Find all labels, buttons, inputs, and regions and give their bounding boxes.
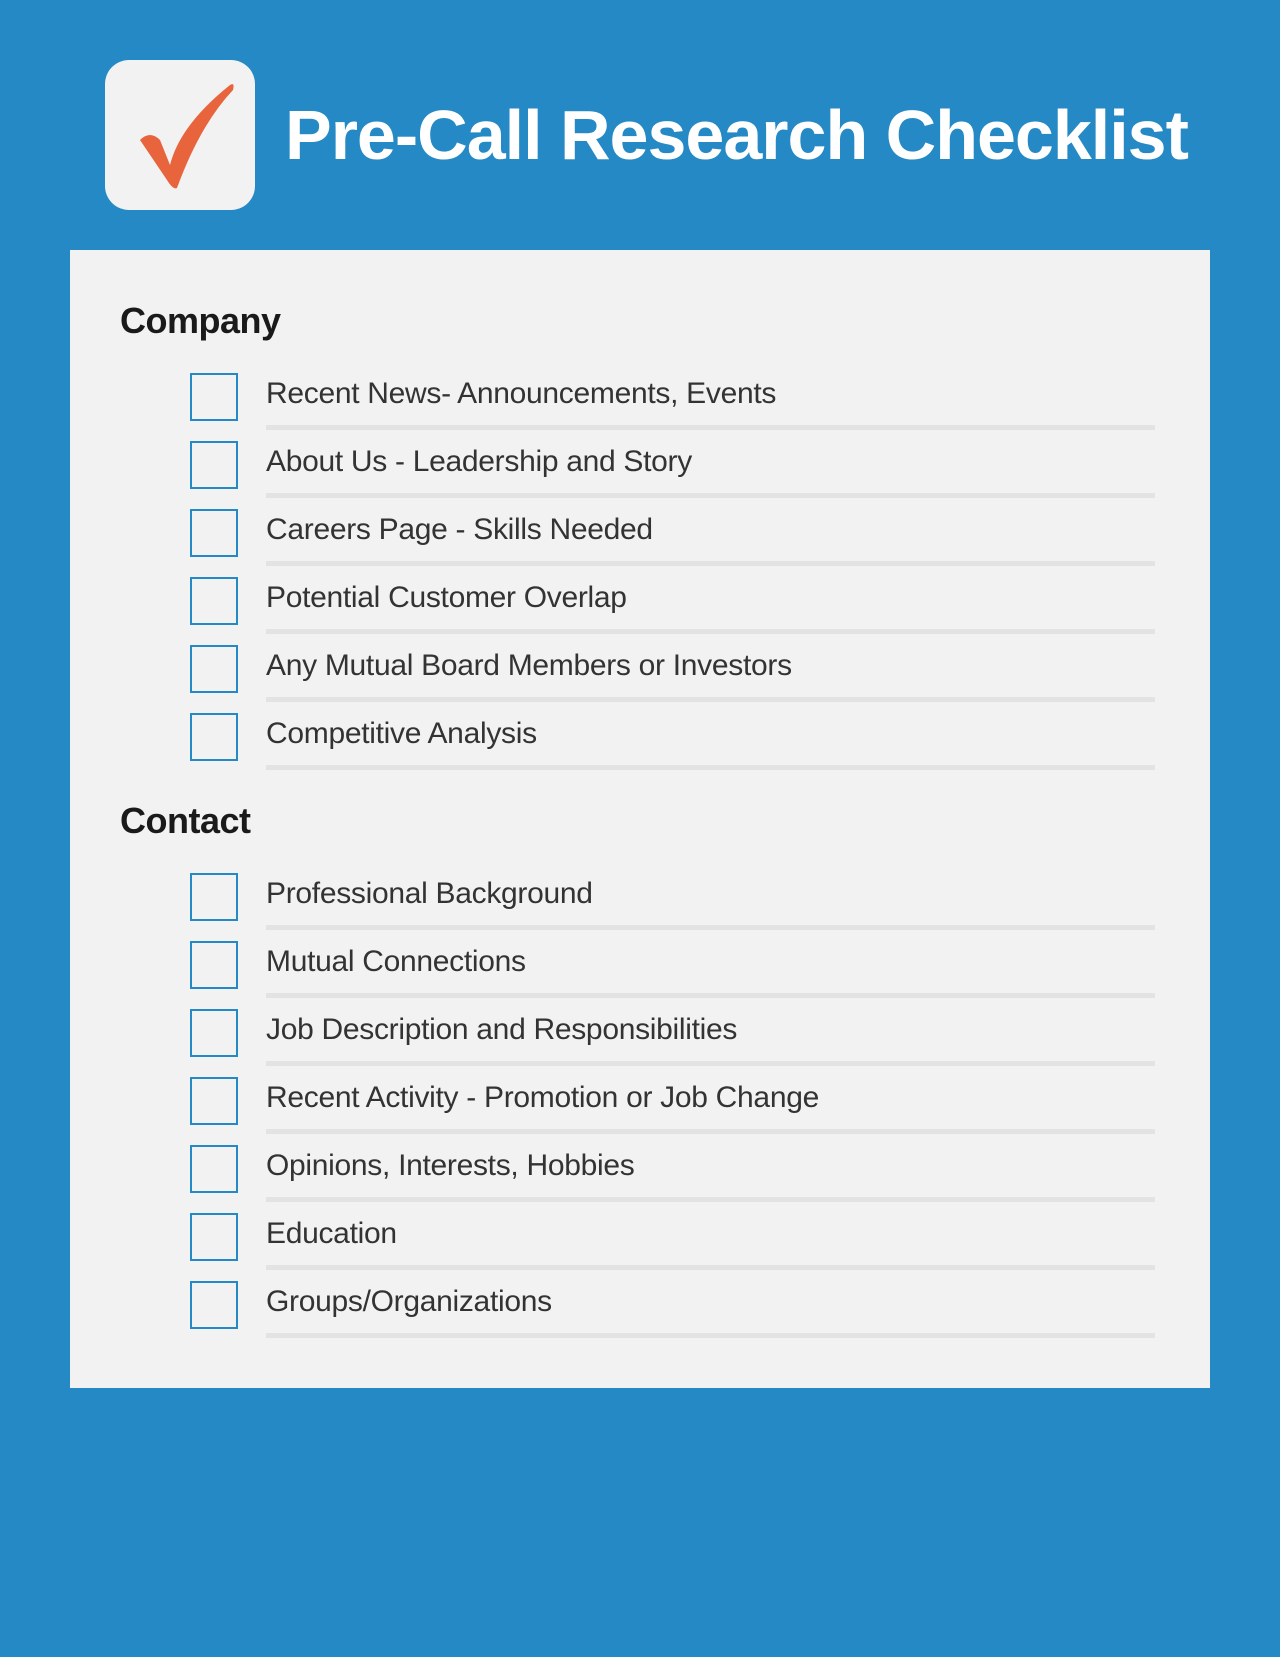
- item-label: Any Mutual Board Members or Investors: [266, 649, 1155, 683]
- section-company: Company Recent News- Announcements, Even…: [120, 300, 1155, 770]
- section-heading: Company: [120, 300, 1155, 342]
- item-content: Potential Customer Overlap: [266, 571, 1155, 634]
- item-label: Recent Activity - Promotion or Job Chang…: [266, 1081, 1155, 1115]
- underline: [266, 1129, 1155, 1134]
- underline: [266, 629, 1155, 634]
- underline: [266, 493, 1155, 498]
- checklist-item: Any Mutual Board Members or Investors: [120, 639, 1155, 702]
- checkbox[interactable]: [190, 1281, 238, 1329]
- item-label: Professional Background: [266, 877, 1155, 911]
- item-label: Recent News- Announcements, Events: [266, 377, 1155, 411]
- item-content: Professional Background: [266, 867, 1155, 930]
- checklist-item: About Us - Leadership and Story: [120, 435, 1155, 498]
- item-content: Education: [266, 1207, 1155, 1270]
- checkbox[interactable]: [190, 373, 238, 421]
- item-label: Opinions, Interests, Hobbies: [266, 1149, 1155, 1183]
- underline: [266, 425, 1155, 430]
- item-content: Opinions, Interests, Hobbies: [266, 1139, 1155, 1202]
- item-content: Competitive Analysis: [266, 707, 1155, 770]
- underline: [266, 697, 1155, 702]
- checklist-item: Recent Activity - Promotion or Job Chang…: [120, 1071, 1155, 1134]
- underline: [266, 1333, 1155, 1338]
- checklist-item: Potential Customer Overlap: [120, 571, 1155, 634]
- item-content: Recent News- Announcements, Events: [266, 367, 1155, 430]
- item-label: Education: [266, 1217, 1155, 1251]
- checklist-item: Recent News- Announcements, Events: [120, 367, 1155, 430]
- item-label: Mutual Connections: [266, 945, 1155, 979]
- checkbox[interactable]: [190, 441, 238, 489]
- item-label: Competitive Analysis: [266, 717, 1155, 751]
- item-label: Potential Customer Overlap: [266, 581, 1155, 615]
- item-content: Recent Activity - Promotion or Job Chang…: [266, 1071, 1155, 1134]
- underline: [266, 925, 1155, 930]
- section-heading: Contact: [120, 800, 1155, 842]
- underline: [266, 1061, 1155, 1066]
- checkbox[interactable]: [190, 941, 238, 989]
- section-contact: Contact Professional Background Mutual C…: [120, 800, 1155, 1338]
- checklist-item: Competitive Analysis: [120, 707, 1155, 770]
- page-title: Pre-Call Research Checklist: [285, 97, 1188, 174]
- checkbox[interactable]: [190, 873, 238, 921]
- header: Pre-Call Research Checklist: [70, 60, 1210, 210]
- item-label: Careers Page - Skills Needed: [266, 513, 1155, 547]
- underline: [266, 1265, 1155, 1270]
- checkbox[interactable]: [190, 1145, 238, 1193]
- logo-box: [105, 60, 255, 210]
- underline: [266, 1197, 1155, 1202]
- item-content: Careers Page - Skills Needed: [266, 503, 1155, 566]
- item-label: Job Description and Responsibilities: [266, 1013, 1155, 1047]
- underline: [266, 561, 1155, 566]
- checkbox[interactable]: [190, 645, 238, 693]
- item-content: About Us - Leadership and Story: [266, 435, 1155, 498]
- item-content: Groups/Organizations: [266, 1275, 1155, 1338]
- checklist-item: Groups/Organizations: [120, 1275, 1155, 1338]
- item-content: Job Description and Responsibilities: [266, 1003, 1155, 1066]
- checkmark-icon: [115, 70, 245, 200]
- checkbox[interactable]: [190, 1213, 238, 1261]
- checklist-item: Opinions, Interests, Hobbies: [120, 1139, 1155, 1202]
- checklist-item: Professional Background: [120, 867, 1155, 930]
- item-label: Groups/Organizations: [266, 1285, 1155, 1319]
- underline: [266, 993, 1155, 998]
- checklist-card: Company Recent News- Announcements, Even…: [70, 250, 1210, 1388]
- checklist-item: Careers Page - Skills Needed: [120, 503, 1155, 566]
- item-content: Mutual Connections: [266, 935, 1155, 998]
- checkbox[interactable]: [190, 1009, 238, 1057]
- checkbox[interactable]: [190, 1077, 238, 1125]
- item-label: About Us - Leadership and Story: [266, 445, 1155, 479]
- checkbox[interactable]: [190, 577, 238, 625]
- underline: [266, 765, 1155, 770]
- checklist-item: Job Description and Responsibilities: [120, 1003, 1155, 1066]
- item-content: Any Mutual Board Members or Investors: [266, 639, 1155, 702]
- checkbox[interactable]: [190, 713, 238, 761]
- checkbox[interactable]: [190, 509, 238, 557]
- checklist-item: Mutual Connections: [120, 935, 1155, 998]
- checklist-item: Education: [120, 1207, 1155, 1270]
